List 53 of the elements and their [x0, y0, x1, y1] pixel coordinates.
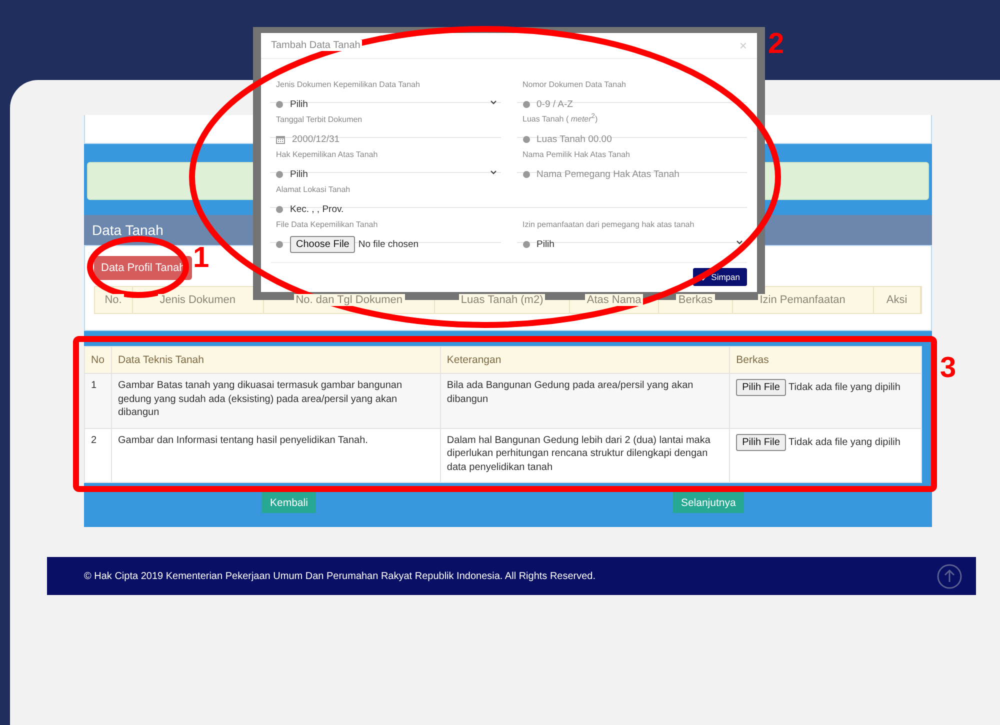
column-header: Aksi — [884, 294, 910, 306]
input-field[interactable]: Kec. , , Prov. — [290, 204, 344, 214]
field-label: Nama Pemilik Hak Atas Tanah — [522, 150, 630, 159]
table-cell: 1 — [84, 374, 112, 428]
file-status: Tidak ada file yang dipilih — [788, 382, 900, 393]
bullet-icon — [276, 170, 283, 178]
annotation-number: 1 — [193, 244, 210, 273]
calendar-icon — [276, 134, 285, 144]
column-header: Berkas — [676, 294, 715, 306]
chevron-down-icon — [490, 170, 496, 175]
chevron-down-icon — [736, 240, 743, 245]
table-cell: 2 — [84, 428, 112, 482]
scroll-up-icon[interactable] — [937, 564, 962, 588]
choose-file-button[interactable]: Pilih File — [736, 379, 786, 396]
select-field[interactable]: Pilih — [290, 98, 308, 110]
field-label: Alamat Lokasi Tanah — [276, 185, 350, 194]
column-header: Atas Nama — [584, 294, 644, 306]
field-label: Luas Tanah ( meter$^{2}$) — [522, 113, 598, 124]
column-header: Izin Pemanfaatan — [758, 294, 848, 306]
field-label: Tanggal Terbit Dokumen — [276, 115, 362, 124]
bullet-icon — [522, 240, 530, 248]
table-cell: Bila ada Bangunan Gedung pada area/persil yang akan dibangun — [440, 374, 730, 428]
field-label: File Data Kepemilikan Tanah — [276, 220, 378, 229]
select-field[interactable]: Pilih — [290, 168, 308, 180]
chevron-down-icon — [490, 100, 496, 105]
column-header: Keterangan — [440, 346, 730, 374]
choose-file-button[interactable]: Choose File — [290, 236, 356, 252]
column-header: No. — [102, 294, 124, 306]
field-label: Izin pemanfaatan dari pemegang hak atas tanah — [522, 220, 694, 229]
field-label: Nomor Dokumen Data Tanah — [522, 80, 626, 89]
column-header: No — [84, 346, 112, 374]
bullet-icon — [522, 136, 530, 142]
modal-title: Tambah Data Tanah — [269, 40, 362, 51]
column-header: Berkas — [730, 346, 922, 374]
column-header: No. dan Tgl Dokumen — [294, 294, 405, 306]
copyright-text: © Hak Cipta 2019 Kementerian Pekerjaan Umum Dan Perumahan Rakyat Republik Indonesia. All Rights Reserved. — [84, 570, 596, 582]
table-cell: Dalam hal Bangunan Gedung lebih dari 2 (dua) lantai maka diperlukan perhitungan rencana struktur dilengkapi dengan data penyelidikan tanah — [440, 428, 730, 482]
table-cell: Gambar dan Informasi tentang hasil penyelidikan Tanah. — [111, 428, 440, 482]
field-label: Hak Kepemilikan Atas Tanah — [276, 150, 378, 159]
bullet-icon — [276, 100, 283, 108]
column-header: Jenis Dokumen — [158, 294, 238, 306]
table-cell: Gambar Batas tanah yang dikuasai termasuk gambar bangunan gedung yang sudah ada (eksisting) pada area/persil yang akan dibangun — [111, 374, 440, 428]
file-status: Tidak ada file yang dipilih — [788, 436, 900, 448]
annotation-number: 2 — [768, 30, 784, 59]
bullet-icon — [522, 100, 530, 108]
bullet-icon — [276, 240, 283, 248]
field-label: Jenis Dokumen Kepemilikan Data Tanah — [276, 80, 420, 89]
bullet-icon — [276, 206, 283, 212]
column-header: Luas Tanah (m2) — [458, 294, 546, 306]
bullet-icon — [522, 170, 530, 178]
annotation-number: 3 — [940, 354, 956, 383]
choose-file-button[interactable]: Pilih File — [736, 434, 786, 450]
column-header: Data Teknis Tanah — [111, 346, 440, 374]
